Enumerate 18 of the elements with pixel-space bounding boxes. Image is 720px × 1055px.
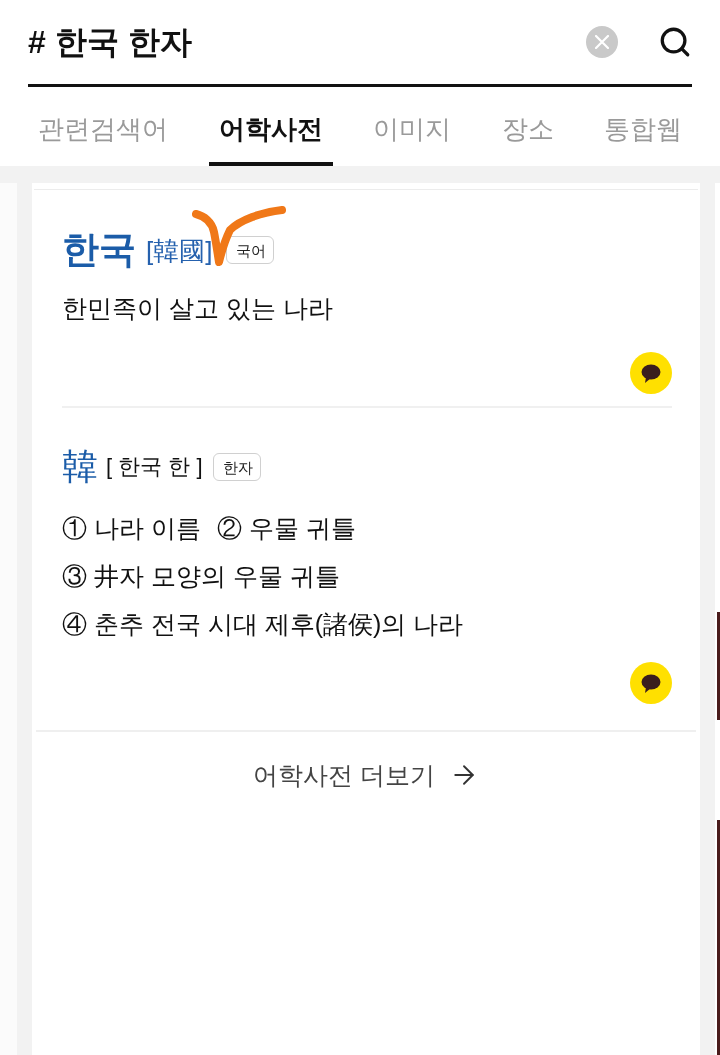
speech-bubble-icon[interactable] [630,352,672,394]
definition-text: ③ 井자 모양의 우물 귀틀 [62,561,340,592]
headword[interactable]: 한국 [62,227,136,273]
definition-text: ④ 춘추 전국 시대 제후(諸侯)의 나라 [62,609,464,640]
category-tag: 국어 [226,236,275,264]
headword[interactable]: 韓 [62,445,98,489]
more-link[interactable]: 어학사전 더보기 [253,758,479,792]
reading-text: [ 한국 한 ] [106,453,203,481]
close-icon [595,35,609,49]
tab[interactable]: 어학사전 [208,87,333,166]
search-icon[interactable] [658,25,692,59]
category-tag: 한자 [212,453,261,481]
search-query[interactable]: # 한국 한자 [28,22,586,62]
speech-bubble-icon[interactable] [630,662,672,704]
hanja-text: [韓國] [146,235,213,267]
definition-text: ② 우물 귀틀 [216,513,356,544]
definition-text: ① 나라 이름 [62,513,201,544]
definition-text: 한민족이 살고 있는 나라 [62,293,333,324]
